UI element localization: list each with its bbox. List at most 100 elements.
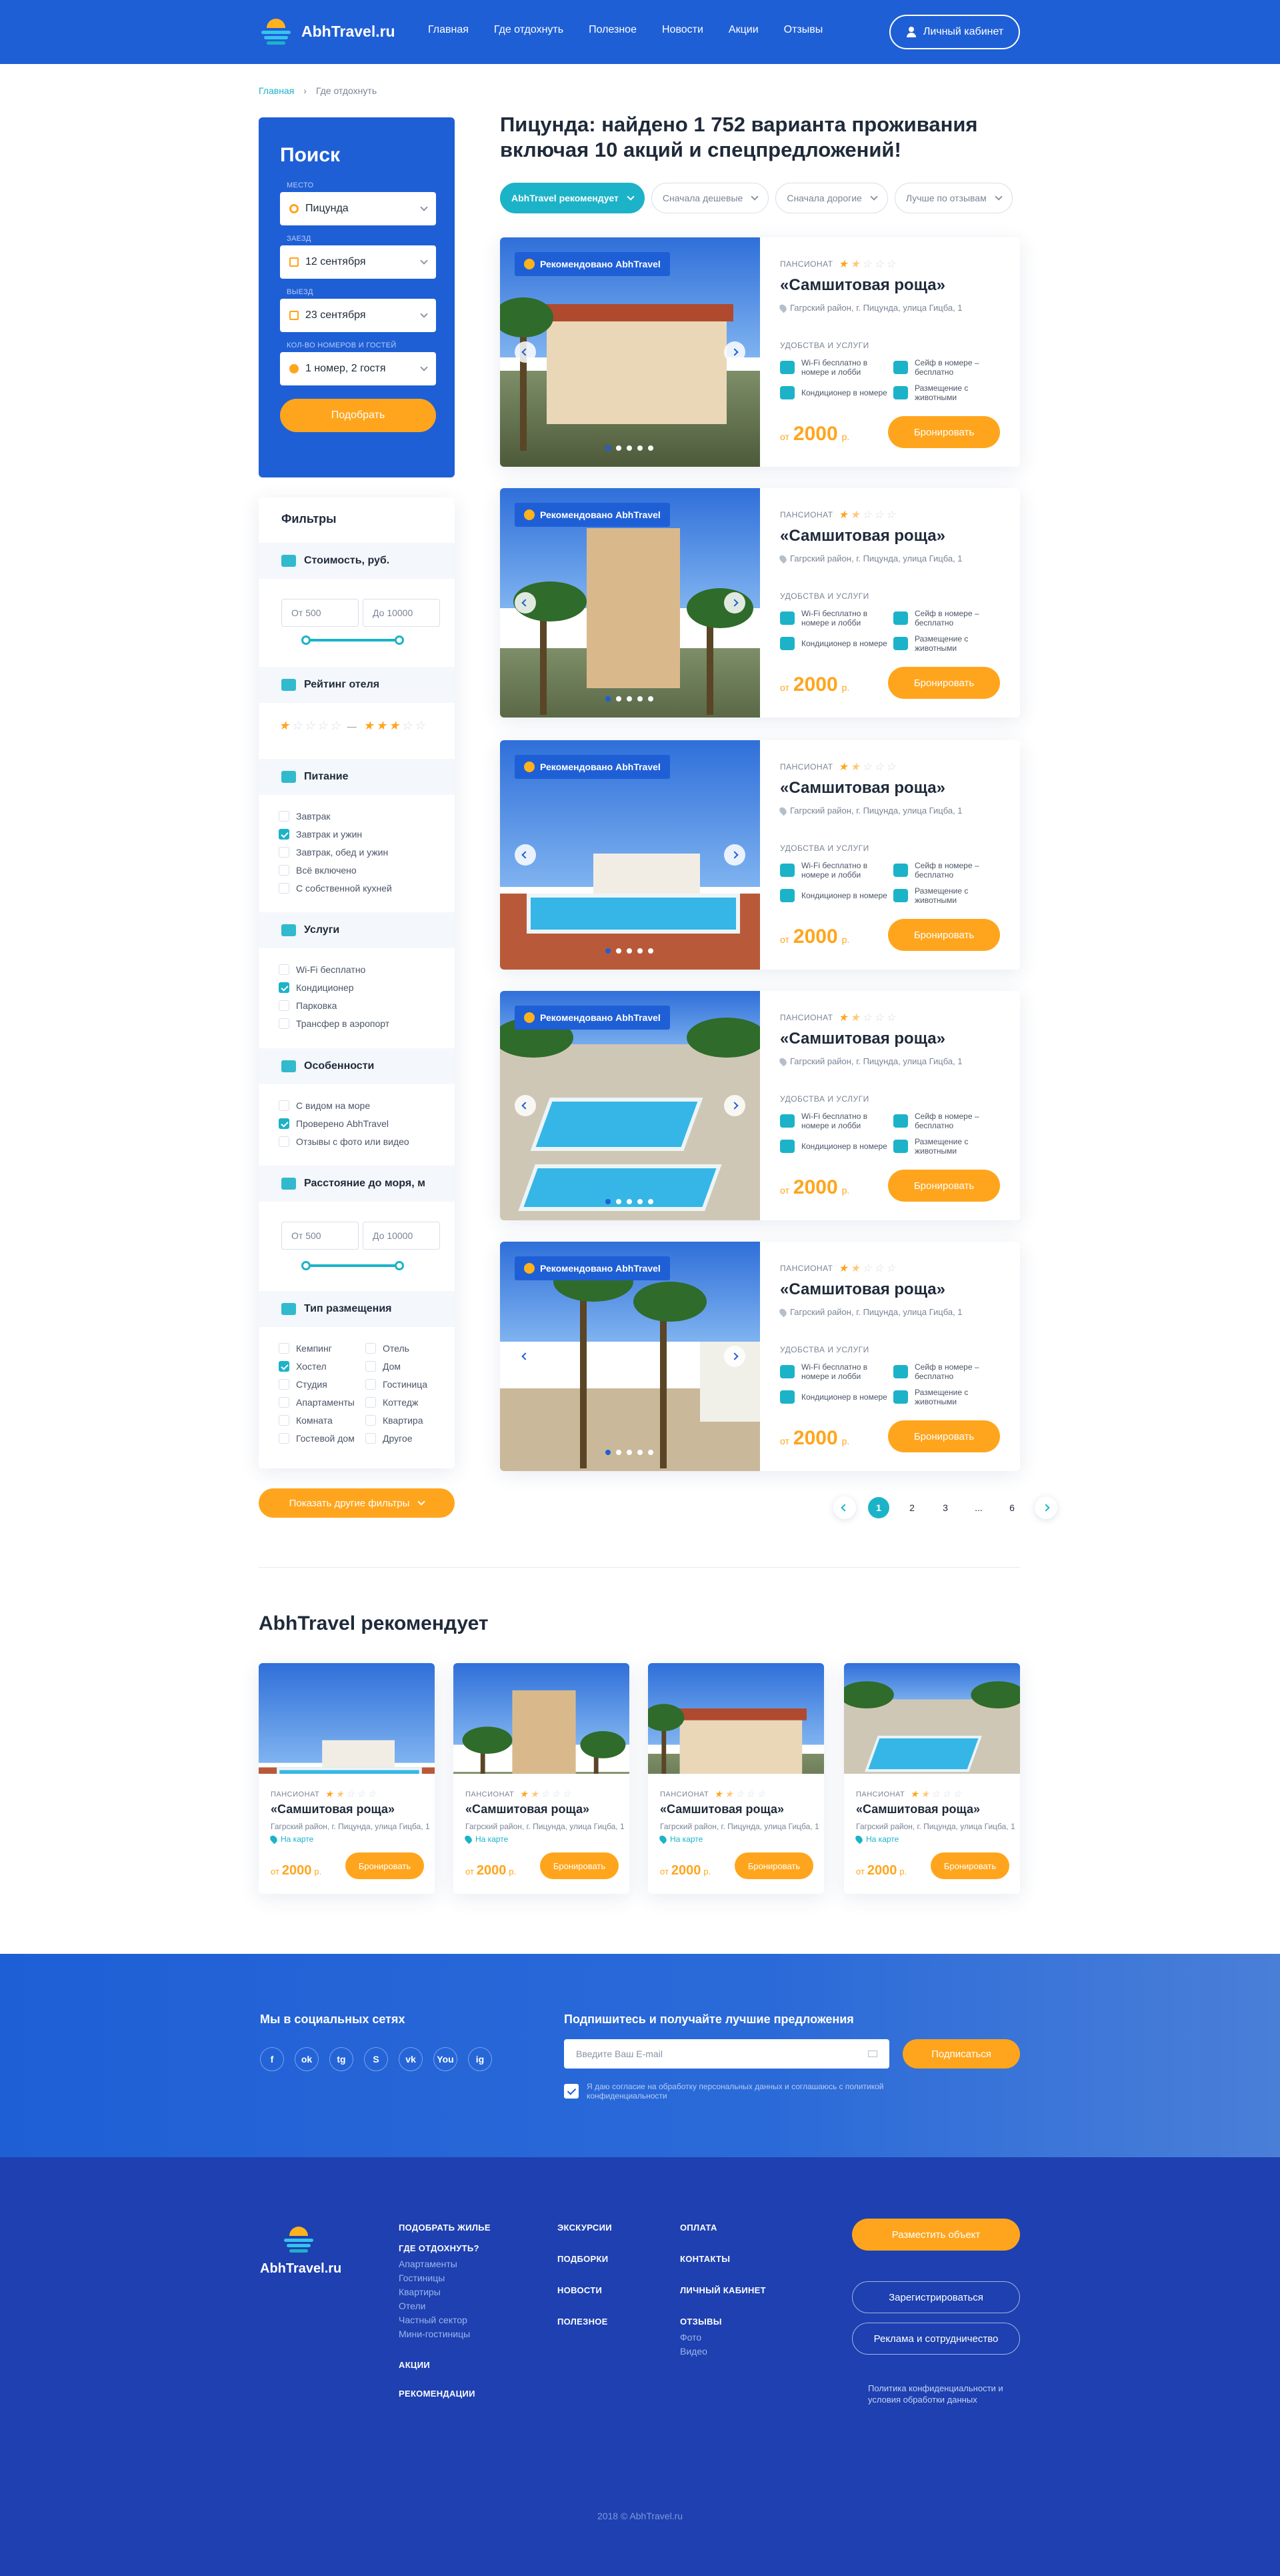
photo-prev-button[interactable]: [515, 341, 536, 363]
placement-option[interactable]: Студия: [279, 1379, 327, 1390]
book-button[interactable]: Бронировать: [888, 416, 1000, 448]
hotel-card[interactable]: Рекомендовано AbhTravel ПАНСИОНАТ ★ ★ ☆ ☆ ☆ «…: [500, 488, 1020, 718]
feature-option[interactable]: Отзывы с фото или видео: [279, 1136, 409, 1147]
book-button[interactable]: Бронировать: [888, 1420, 1000, 1452]
subscribe-button[interactable]: Подписаться: [903, 2039, 1020, 2069]
hotel-name[interactable]: «Самшитовая роща»: [780, 1030, 1007, 1048]
map-link[interactable]: На карте: [269, 1834, 431, 1844]
next-page-button[interactable]: [1035, 1496, 1057, 1519]
recommended-photo[interactable]: [453, 1663, 629, 1774]
placement-option[interactable]: Отель: [365, 1343, 409, 1354]
book-button[interactable]: Бронировать: [931, 1852, 1009, 1879]
footer-link[interactable]: ЛИЧНЫЙ КАБИНЕТ: [680, 2285, 766, 2295]
footer-sublink[interactable]: Квартиры: [399, 2285, 491, 2299]
footer-sublink[interactable]: Частный сектор: [399, 2313, 491, 2327]
distance-to-input[interactable]: До 10000: [363, 1222, 440, 1250]
rating-from-stars[interactable]: ★ ☆ ☆ ☆ ☆: [279, 719, 341, 733]
book-button[interactable]: Бронировать: [888, 667, 1000, 699]
distance-range-min-handle[interactable]: [301, 1261, 311, 1270]
service-option[interactable]: Wi-Fi бесплатно: [279, 964, 365, 975]
rating-to-stars[interactable]: ★ ★ ★ ☆ ☆: [363, 719, 425, 733]
footer-sublink[interactable]: Фото: [680, 2331, 766, 2345]
photo-prev-button[interactable]: [515, 592, 536, 613]
search-submit-button[interactable]: Подобрать: [280, 399, 436, 432]
sort-recommended[interactable]: AbhTravel рекомендует: [500, 183, 645, 213]
prev-page-button[interactable]: [833, 1496, 856, 1519]
map-link[interactable]: На карте: [658, 1834, 820, 1844]
recommended-card[interactable]: ПАНСИОНАТ ★ ★ ☆ ☆ ☆ «Самшитовая роща» Гагрски…: [648, 1663, 824, 1894]
photo-next-button[interactable]: [724, 341, 745, 363]
photo-dots[interactable]: [605, 1199, 653, 1204]
hotel-name[interactable]: «Самшитовая роща»: [660, 1802, 820, 1816]
placement-option[interactable]: Квартира: [365, 1415, 423, 1426]
photo-prev-button[interactable]: [515, 1095, 536, 1116]
more-filters-button[interactable]: Показать другие фильтры: [259, 1488, 455, 1518]
book-button[interactable]: Бронировать: [345, 1852, 424, 1879]
cost-filter-header[interactable]: Стоимость, руб.: [259, 543, 455, 579]
feature-option[interactable]: Проверено AbhTravel: [279, 1118, 389, 1129]
distance-filter-header[interactable]: Расстояние до моря, м: [259, 1166, 455, 1202]
site-logo[interactable]: AbhTravel.ru: [259, 15, 395, 48]
service-option[interactable]: Трансфер в аэропорт: [279, 1018, 389, 1029]
footer-link[interactable]: РЕКОМЕНДАЦИИ: [399, 2389, 491, 2399]
footer-link[interactable]: АКЦИИ: [399, 2360, 491, 2370]
cost-from-input[interactable]: От 500: [281, 599, 359, 627]
photo-dots[interactable]: [605, 948, 653, 954]
food-option[interactable]: Завтрак: [279, 811, 330, 822]
feature-option[interactable]: С видом на море: [279, 1100, 370, 1111]
photo-next-button[interactable]: [724, 592, 745, 613]
telegram-icon[interactable]: tg: [329, 2047, 353, 2071]
footer-sublink[interactable]: Видео: [680, 2345, 766, 2359]
rating-filter-header[interactable]: Рейтинг отеля: [259, 667, 455, 703]
footer-sublink[interactable]: Апартаменты: [399, 2257, 491, 2271]
advertising-button[interactable]: Реклама и сотрудничество: [852, 2323, 1020, 2355]
page-6[interactable]: 6: [1001, 1497, 1023, 1518]
book-button[interactable]: Бронировать: [888, 919, 1000, 951]
placement-option[interactable]: Гостевой дом: [279, 1433, 355, 1444]
recommended-card[interactable]: ПАНСИОНАТ ★ ★ ☆ ☆ ☆ «Самшитовая роща» Гагрски…: [453, 1663, 629, 1894]
footer-sublink[interactable]: Отели: [399, 2299, 491, 2313]
privacy-policy-link[interactable]: Политика конфиденциальности и условия об…: [868, 2383, 1020, 2405]
placement-option[interactable]: Комната: [279, 1415, 333, 1426]
hotel-name[interactable]: «Самшитовая роща»: [780, 779, 1007, 798]
food-option[interactable]: Завтрак, обед и ужин: [279, 847, 388, 858]
skype-icon[interactable]: S: [364, 2047, 388, 2071]
hotel-name[interactable]: «Самшитовая роща»: [780, 1280, 1007, 1299]
vk-icon[interactable]: vk: [399, 2047, 423, 2071]
hotel-name[interactable]: «Самшитовая роща»: [780, 276, 1007, 295]
page-1[interactable]: 1: [868, 1497, 889, 1518]
food-option[interactable]: С собственной кухней: [279, 883, 392, 894]
recommended-card[interactable]: ПАНСИОНАТ ★ ★ ☆ ☆ ☆ «Самшитовая роща» Гагрски…: [844, 1663, 1020, 1894]
service-option[interactable]: Парковка: [279, 1000, 337, 1011]
breadcrumb-home[interactable]: Главная: [259, 85, 294, 96]
cost-to-input[interactable]: До 10000: [363, 599, 440, 627]
services-filter-header[interactable]: Услуги: [259, 912, 455, 948]
cost-range-max-handle[interactable]: [395, 635, 404, 645]
place-select[interactable]: Пицунда: [280, 192, 436, 225]
photo-dots[interactable]: [605, 1450, 653, 1455]
hotel-photo[interactable]: Рекомендовано AbhTravel: [500, 237, 760, 467]
placement-option[interactable]: Коттедж: [365, 1397, 418, 1408]
service-option[interactable]: Кондиционер: [279, 982, 354, 993]
placement-option[interactable]: Дом: [365, 1361, 401, 1372]
page-2[interactable]: 2: [901, 1497, 923, 1518]
hotel-card[interactable]: Рекомендовано AbhTravel ПАНСИОНАТ ★ ★ ☆ ☆ ☆ «…: [500, 1242, 1020, 1471]
book-button[interactable]: Бронировать: [540, 1852, 619, 1879]
features-filter-header[interactable]: Особенности: [259, 1048, 455, 1084]
odnoklassniki-icon[interactable]: ok: [295, 2047, 319, 2071]
map-link[interactable]: На карте: [854, 1834, 1016, 1844]
food-filter-header[interactable]: Питание: [259, 759, 455, 795]
recommended-card[interactable]: ПАНСИОНАТ ★ ★ ☆ ☆ ☆ «Самшитовая роща» Гагрски…: [259, 1663, 435, 1894]
instagram-icon[interactable]: ig: [468, 2047, 492, 2071]
rooms-guests-select[interactable]: 1 номер, 2 гостя: [280, 352, 436, 385]
footer-link[interactable]: ГДЕ ОТДОХНУТЬ?: [399, 2243, 491, 2253]
placement-filter-header[interactable]: Тип размещения: [259, 1291, 455, 1327]
footer-link[interactable]: НОВОСТИ: [557, 2285, 612, 2295]
nav-news[interactable]: Новости: [662, 24, 703, 36]
footer-link[interactable]: ПОДБОРКИ: [557, 2254, 612, 2264]
distance-from-input[interactable]: От 500: [281, 1222, 359, 1250]
hotel-card[interactable]: Рекомендовано AbhTravel ПАНСИОНАТ ★ ★ ☆ ☆ ☆ «…: [500, 740, 1020, 970]
hotel-photo[interactable]: Рекомендовано AbhTravel: [500, 488, 760, 718]
photo-next-button[interactable]: [724, 844, 745, 866]
footer-link[interactable]: ЭКСКУРСИИ: [557, 2223, 612, 2233]
